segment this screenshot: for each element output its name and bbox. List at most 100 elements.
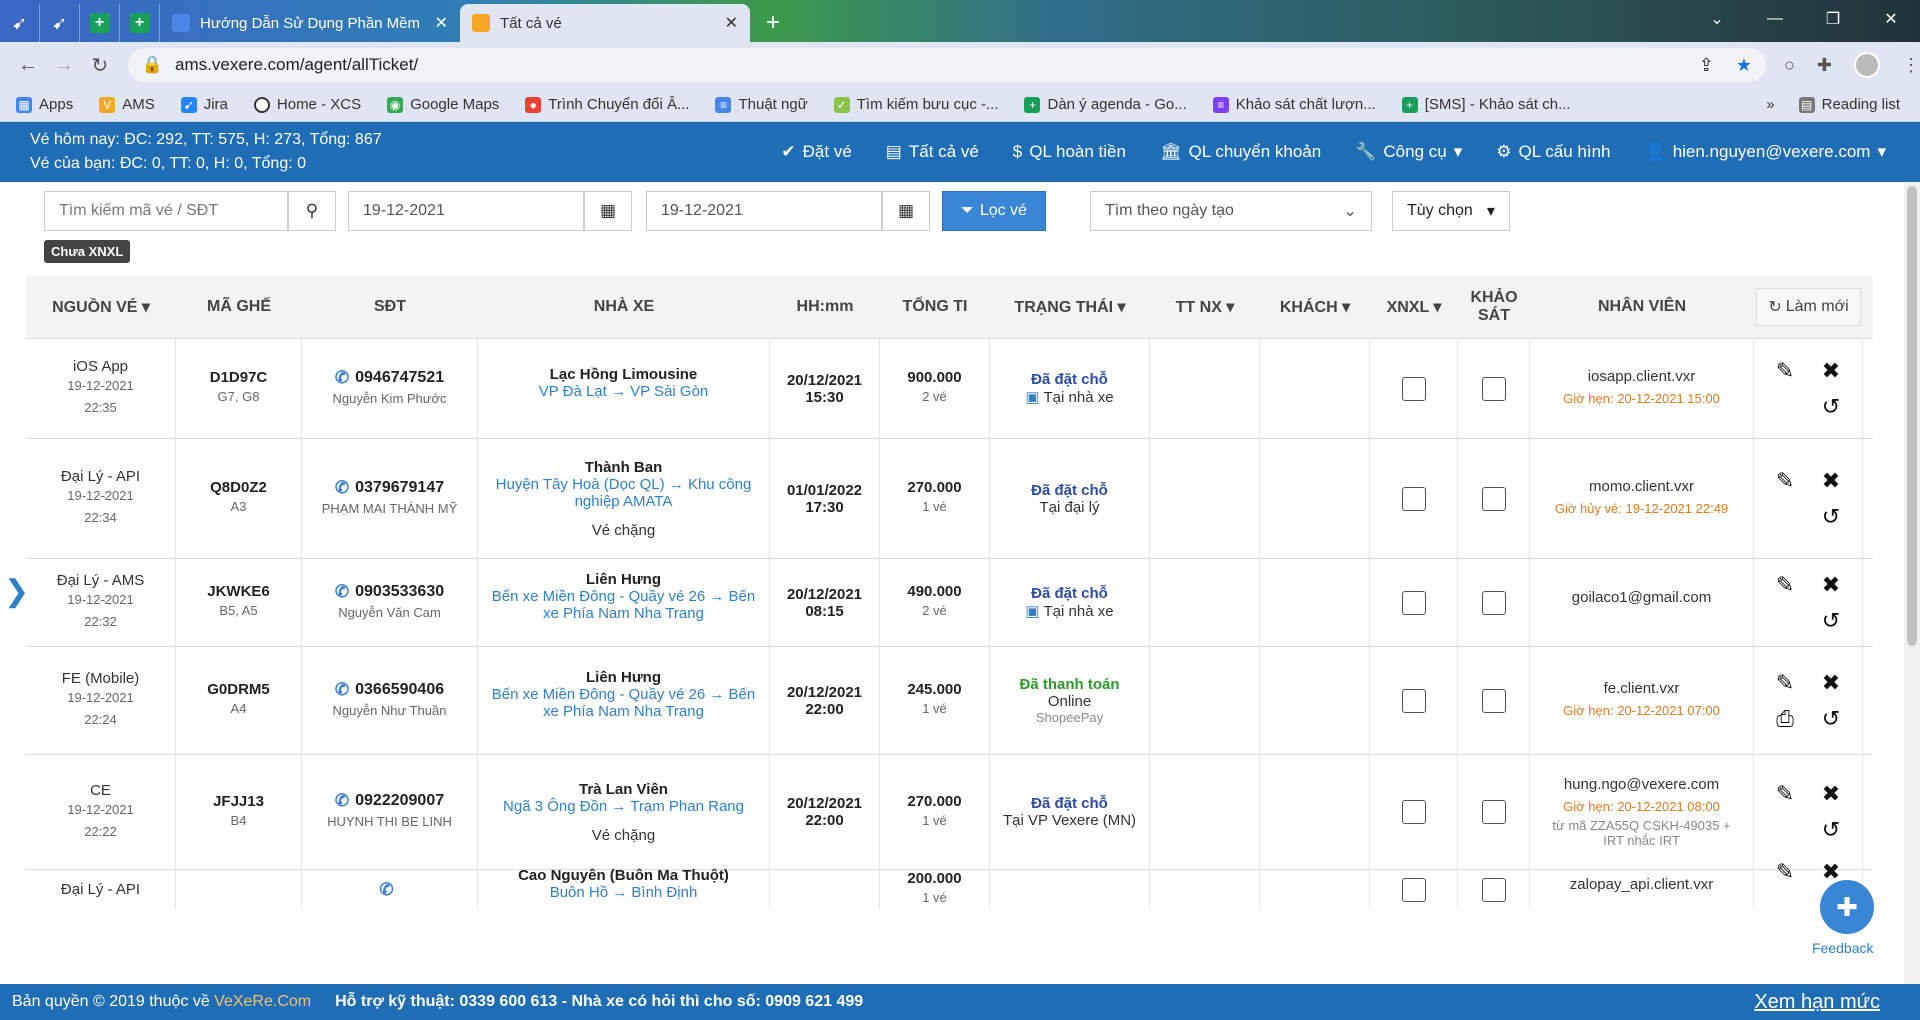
- bookmark-tim-kiem-buu-cuc[interactable]: ✓ Tìm kiếm bưu cục -...: [833, 96, 998, 113]
- route-link[interactable]: Bến xe Miền Đông - Quầy vé 26 → Bến xe P…: [480, 588, 767, 622]
- search-input[interactable]: Tìm kiếm mã vé / SĐT: [44, 191, 288, 231]
- date-to-input[interactable]: 19-12-2021: [646, 191, 882, 231]
- survey-checkbox[interactable]: [1481, 486, 1506, 511]
- print-icon[interactable]: ⎙: [1776, 706, 1794, 732]
- pinned-tab-jira-2[interactable]: ➹: [40, 4, 80, 42]
- cancel-icon[interactable]: ✖: [1822, 670, 1840, 696]
- route-link[interactable]: Buôn Hồ → Bình Định: [544, 884, 704, 901]
- feedback-label[interactable]: Feedback: [1812, 940, 1873, 956]
- chevron-down-icon[interactable]: ⌄: [1688, 0, 1746, 38]
- url-field[interactable]: 🔒 ams.vexere.com/agent/allTicket/ ⇪ ★: [127, 48, 1767, 82]
- ticket-code[interactable]: D1D97C: [210, 369, 268, 386]
- forward-icon[interactable]: →: [46, 54, 82, 77]
- edit-icon[interactable]: ✎: [1776, 468, 1794, 494]
- date-type-select[interactable]: Tìm theo ngày tạo ⌄: [1089, 191, 1372, 231]
- header-trang-thai[interactable]: TRẠNG THÁI ▾: [990, 297, 1150, 317]
- restore-icon[interactable]: ❐: [1804, 0, 1862, 38]
- phone-number[interactable]: 0922209007: [355, 792, 444, 810]
- bookmark-sms-khao-sat[interactable]: + [SMS] - Khảo sát ch...: [1401, 96, 1571, 113]
- history-icon[interactable]: ↺: [1822, 504, 1840, 530]
- survey-checkbox[interactable]: [1481, 590, 1506, 615]
- edit-icon[interactable]: ✎: [1776, 358, 1794, 384]
- expand-sidebar-icon[interactable]: ❯: [4, 574, 29, 609]
- header-khach[interactable]: KHÁCH ▾: [1260, 297, 1370, 317]
- minimize-icon[interactable]: —: [1746, 0, 1804, 38]
- route-link[interactable]: Huyện Tây Hoà (Dọc QL) → Khu công nghiệp…: [480, 476, 767, 510]
- menu-ql-chuyen-khoan[interactable]: 🏛 QL chuyển khoản: [1160, 142, 1321, 162]
- edit-icon[interactable]: ✎: [1776, 572, 1794, 598]
- date-from-input[interactable]: 19-12-2021: [348, 191, 584, 231]
- bookmark-trinh-chuyen-doi[interactable]: ● Trình Chuyển đổi Â...: [525, 96, 689, 113]
- bookmark-dan-y-agenda[interactable]: + Dàn ý agenda - Go...: [1024, 96, 1187, 113]
- date-from-picker[interactable]: ▦: [584, 191, 632, 231]
- phone-number[interactable]: 0903533630: [355, 583, 444, 601]
- survey-checkbox[interactable]: [1481, 376, 1506, 401]
- header-nguon-ve[interactable]: NGUỒN VÉ ▾: [26, 297, 176, 317]
- history-icon[interactable]: ↺: [1822, 394, 1840, 420]
- search-button[interactable]: ⚲: [288, 191, 336, 231]
- pinned-tab-sheets[interactable]: +: [80, 4, 120, 42]
- route-link[interactable]: VP Đà Lạt → VP Sài Gòn: [533, 383, 715, 400]
- bookmark-home-xcs[interactable]: Home - XCS: [253, 96, 361, 113]
- avatar[interactable]: [1853, 52, 1880, 78]
- close-icon[interactable]: ✕: [725, 13, 738, 33]
- feedback-chat-icon[interactable]: ✚: [1820, 880, 1874, 934]
- tab-huong-dan[interactable]: Hướng Dẫn Sử Dụng Phần Mềm ✕: [160, 4, 460, 42]
- survey-checkbox[interactable]: [1481, 800, 1506, 824]
- edit-icon[interactable]: ✎: [1776, 781, 1794, 807]
- phone-number[interactable]: 0379679147: [355, 479, 444, 497]
- extension-icon[interactable]: ○: [1784, 55, 1795, 76]
- edit-icon[interactable]: ✎: [1776, 670, 1794, 696]
- bookmark-google-maps[interactable]: ◉ Google Maps: [387, 96, 499, 113]
- bookmark-thuat-ngu[interactable]: ≡ Thuật ngữ: [715, 96, 808, 113]
- scrollbar-thumb[interactable]: [1907, 186, 1917, 646]
- cancel-icon[interactable]: ✖: [1822, 781, 1840, 807]
- survey-checkbox[interactable]: [1481, 877, 1506, 902]
- route-link[interactable]: Ngã 3 Ông Đồn → Trạm Phan Rang: [497, 798, 750, 815]
- brand-link[interactable]: VeXeRe.Com: [214, 993, 311, 1010]
- history-icon[interactable]: ↺: [1822, 706, 1840, 732]
- bookmark-jira[interactable]: ➹ Jira: [180, 96, 228, 113]
- share-icon[interactable]: ⇪: [1699, 55, 1714, 76]
- menu-ql-hoan-tien[interactable]: $ QL hoàn tiền: [1013, 142, 1126, 162]
- bookmark-apps[interactable]: ▦ Apps: [16, 96, 73, 113]
- history-icon[interactable]: ↺: [1822, 608, 1840, 634]
- menu-user[interactable]: 👤 hien.nguyen@vexere.com ▾: [1645, 142, 1886, 162]
- bookmark-ams[interactable]: V AMS: [99, 96, 155, 113]
- options-dropdown[interactable]: Tùy chọn ▾: [1391, 191, 1510, 231]
- menu-dat-ve[interactable]: ✔ Đặt vé: [781, 142, 851, 162]
- header-xnxl[interactable]: XNXL ▾: [1370, 297, 1458, 317]
- cancel-icon[interactable]: ✖: [1822, 358, 1840, 384]
- xnxl-checkbox[interactable]: [1401, 376, 1426, 401]
- ticket-code[interactable]: G0DRM5: [207, 681, 270, 698]
- close-icon[interactable]: ✕: [435, 13, 448, 33]
- scrollbar[interactable]: [1904, 182, 1920, 984]
- pinned-tab-jira[interactable]: ➹: [0, 4, 40, 42]
- credit-limit-link[interactable]: Xem hạn mức: [1754, 991, 1880, 1014]
- xnxl-checkbox[interactable]: [1401, 590, 1426, 615]
- phone-number[interactable]: 0946747521: [355, 369, 444, 387]
- xnxl-checkbox[interactable]: [1401, 800, 1426, 824]
- tab-tat-ca-ve[interactable]: Tất cả vé ✕: [460, 4, 750, 42]
- ticket-code[interactable]: Q8D0Z2: [210, 479, 267, 496]
- xnxl-checkbox[interactable]: [1401, 486, 1426, 511]
- header-tt-nx[interactable]: TT NX ▾: [1150, 297, 1260, 317]
- cancel-icon[interactable]: ✖: [1822, 572, 1840, 598]
- xnxl-checkbox[interactable]: [1401, 688, 1426, 713]
- date-to-picker[interactable]: ▦: [882, 191, 930, 231]
- status-badge[interactable]: Chưa XNXL: [44, 240, 131, 263]
- menu-ql-cau-hinh[interactable]: ⚙ QL cấu hình: [1496, 142, 1610, 162]
- reading-list[interactable]: ▤ Reading list: [1798, 96, 1900, 113]
- bookmark-khao-sat[interactable]: ≡ Khảo sát chất lượn...: [1212, 96, 1376, 113]
- new-tab-button[interactable]: +: [750, 4, 796, 42]
- menu-tat-ca-ve[interactable]: ▤ Tất cả vé: [886, 142, 979, 162]
- menu-cong-cu[interactable]: 🔧 Công cụ ▾: [1355, 142, 1462, 162]
- history-icon[interactable]: ↺: [1822, 817, 1840, 843]
- reload-icon[interactable]: ↻: [82, 53, 118, 78]
- ticket-code[interactable]: JKWKE6: [207, 583, 270, 600]
- bookmark-star-icon[interactable]: ★: [1736, 55, 1752, 76]
- edit-icon[interactable]: ✎: [1776, 859, 1794, 885]
- back-icon[interactable]: ←: [10, 54, 46, 77]
- more-bookmarks-icon[interactable]: »: [1766, 96, 1774, 113]
- close-window-icon[interactable]: ✕: [1862, 0, 1920, 38]
